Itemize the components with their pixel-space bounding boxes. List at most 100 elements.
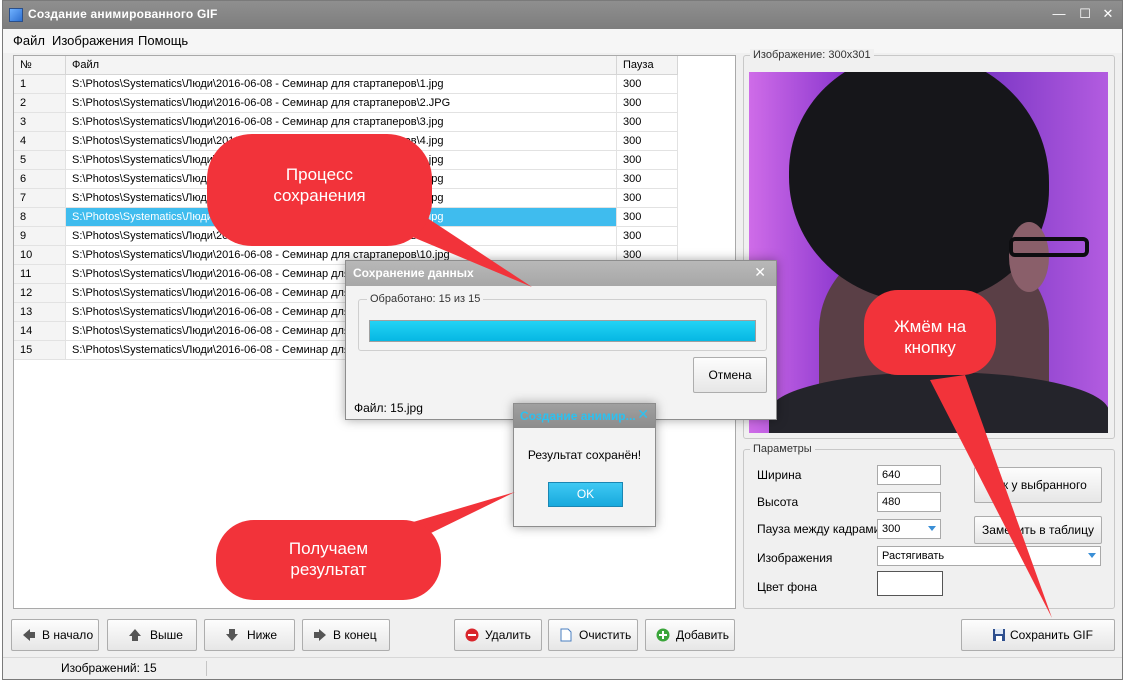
as-selected-button[interactable]: Как у выбранного: [974, 467, 1102, 503]
bg-color-label: Цвет фона: [757, 580, 818, 594]
apply-to-table-button[interactable]: Заменить в таблицу: [974, 516, 1102, 544]
cell-pause: 300: [617, 170, 678, 189]
window-title: Создание анимированного GIF: [28, 7, 218, 21]
params-group: Параметры Ширина 640 Высота 480 Пауза ме…: [743, 443, 1115, 609]
save-gif-label: Сохранить GIF: [1010, 628, 1093, 642]
cell-pause: 300: [617, 132, 678, 151]
cell-pause: 300: [617, 151, 678, 170]
add-icon: [656, 628, 670, 642]
title-bar: Создание анимированного GIF — ☐ ✕: [3, 1, 1122, 29]
callout-result: Получаем результат: [216, 520, 441, 600]
pause-select[interactable]: 300: [877, 519, 941, 539]
cell-num: 5: [14, 151, 66, 170]
images-count: Изображений: 15: [61, 661, 157, 675]
cell-num: 4: [14, 132, 66, 151]
move-down-label: Ниже: [247, 628, 278, 642]
add-button[interactable]: Добавить: [645, 619, 735, 651]
images-mode-select[interactable]: Растягивать: [877, 546, 1101, 566]
cell-file: S:\Photos\Systematics\Люди\2016-06-08 - …: [66, 113, 617, 132]
table-row[interactable]: 2 S:\Photos\Systematics\Люди\2016-06-08 -…: [14, 94, 678, 113]
callout-click-text: Жмём на кнопку: [893, 317, 967, 357]
move-down-button[interactable]: Ниже: [204, 619, 295, 651]
arrow-right-icon: [314, 629, 326, 641]
save-progress-dialog: Сохранение данных ✕ Обработано: 15 из 15…: [345, 260, 777, 420]
cell-num: 10: [14, 246, 66, 265]
current-file: Файл: 15.jpg: [354, 401, 423, 415]
cell-num: 14: [14, 322, 66, 341]
menu-file[interactable]: Файл: [13, 33, 45, 48]
images-label: Изображения: [757, 551, 833, 565]
minimize-button[interactable]: —: [1048, 5, 1070, 23]
cell-pause: 300: [617, 189, 678, 208]
column-header-pause[interactable]: Пауза: [617, 56, 678, 75]
ok-button[interactable]: OK: [548, 482, 623, 507]
arrow-down-icon: [226, 629, 238, 641]
cell-num: 7: [14, 189, 66, 208]
pause-label: Пауза между кадрами: [757, 522, 881, 536]
to-end-button[interactable]: В конец: [302, 619, 390, 651]
save-gif-button[interactable]: Сохранить GIF: [961, 619, 1115, 651]
cell-num: 1: [14, 75, 66, 94]
bg-color-picker[interactable]: [877, 571, 943, 596]
cell-num: 9: [14, 227, 66, 246]
cell-pause: 300: [617, 227, 678, 246]
to-end-label: В конец: [333, 628, 377, 642]
maximize-button[interactable]: ☐: [1074, 5, 1096, 23]
width-input[interactable]: 640: [877, 465, 941, 485]
cell-num: 8: [14, 208, 66, 227]
height-input[interactable]: 480: [877, 492, 941, 512]
menu-bar: Файл Изображения Помощь: [3, 29, 1122, 53]
height-label: Высота: [757, 495, 799, 509]
width-label: Ширина: [757, 468, 802, 482]
move-up-label: Выше: [150, 628, 183, 642]
params-caption: Параметры: [750, 443, 815, 455]
add-label: Добавить: [676, 628, 730, 642]
column-header-number[interactable]: №: [14, 56, 66, 75]
cell-pause: 300: [617, 75, 678, 94]
table-header: № Файл Пауза: [14, 56, 735, 75]
to-start-button[interactable]: В начало: [11, 619, 99, 651]
cell-num: 3: [14, 113, 66, 132]
document-icon: [560, 628, 572, 642]
status-bar: Изображений: 15: [3, 657, 1122, 679]
clear-label: Очистить: [579, 628, 632, 642]
move-up-button[interactable]: Выше: [107, 619, 197, 651]
cancel-button[interactable]: Отмена: [693, 357, 767, 393]
callout-process: Процесс сохранения: [207, 134, 432, 246]
menu-images[interactable]: Изображения: [52, 33, 134, 48]
menu-help[interactable]: Помощь: [138, 33, 188, 48]
cell-pause: 300: [617, 94, 678, 113]
cell-num: 11: [14, 265, 66, 284]
result-dialog-title: Создание анимир...: [514, 404, 655, 428]
delete-label: Удалить: [485, 628, 531, 642]
cell-pause: 300: [617, 208, 678, 227]
images-mode-value: Растягивать: [882, 550, 945, 562]
preview-group: Изображение: 300x301: [743, 49, 1115, 439]
progress-bar: [369, 320, 756, 342]
pause-select-value: 300: [882, 523, 901, 535]
progress-group: Обработано: 15 из 15: [358, 293, 767, 351]
result-dialog-close-button[interactable]: ✕: [637, 406, 649, 423]
progress-bar-fill: [370, 321, 755, 341]
cell-num: 13: [14, 303, 66, 322]
close-button[interactable]: ✕: [1097, 5, 1119, 23]
result-message: Результат сохранён!: [527, 448, 642, 462]
arrow-left-icon: [23, 629, 35, 641]
clear-button[interactable]: Очистить: [548, 619, 638, 651]
to-start-label: В начало: [42, 628, 94, 642]
result-dialog: Создание анимир... ✕ Результат сохранён!…: [513, 403, 656, 527]
table-row[interactable]: 3 S:\Photos\Systematics\Люди\2016-06-08 -…: [14, 113, 678, 132]
cell-file: S:\Photos\Systematics\Люди\2016-06-08 - …: [66, 94, 617, 113]
cell-num: 2: [14, 94, 66, 113]
chevron-down-icon: [1088, 553, 1096, 558]
chevron-down-icon: [928, 526, 936, 531]
progress-caption: Обработано: 15 из 15: [367, 293, 484, 305]
callout-result-text: Получаем результат: [288, 539, 369, 579]
delete-button[interactable]: Удалить: [454, 619, 542, 651]
cell-num: 6: [14, 170, 66, 189]
delete-icon: [465, 628, 479, 642]
cell-pause: 300: [617, 113, 678, 132]
column-header-file[interactable]: Файл: [66, 56, 617, 75]
table-row[interactable]: 1 S:\Photos\Systematics\Люди\2016-06-08 -…: [14, 75, 678, 94]
save-dialog-close-button[interactable]: ✕: [754, 264, 766, 281]
